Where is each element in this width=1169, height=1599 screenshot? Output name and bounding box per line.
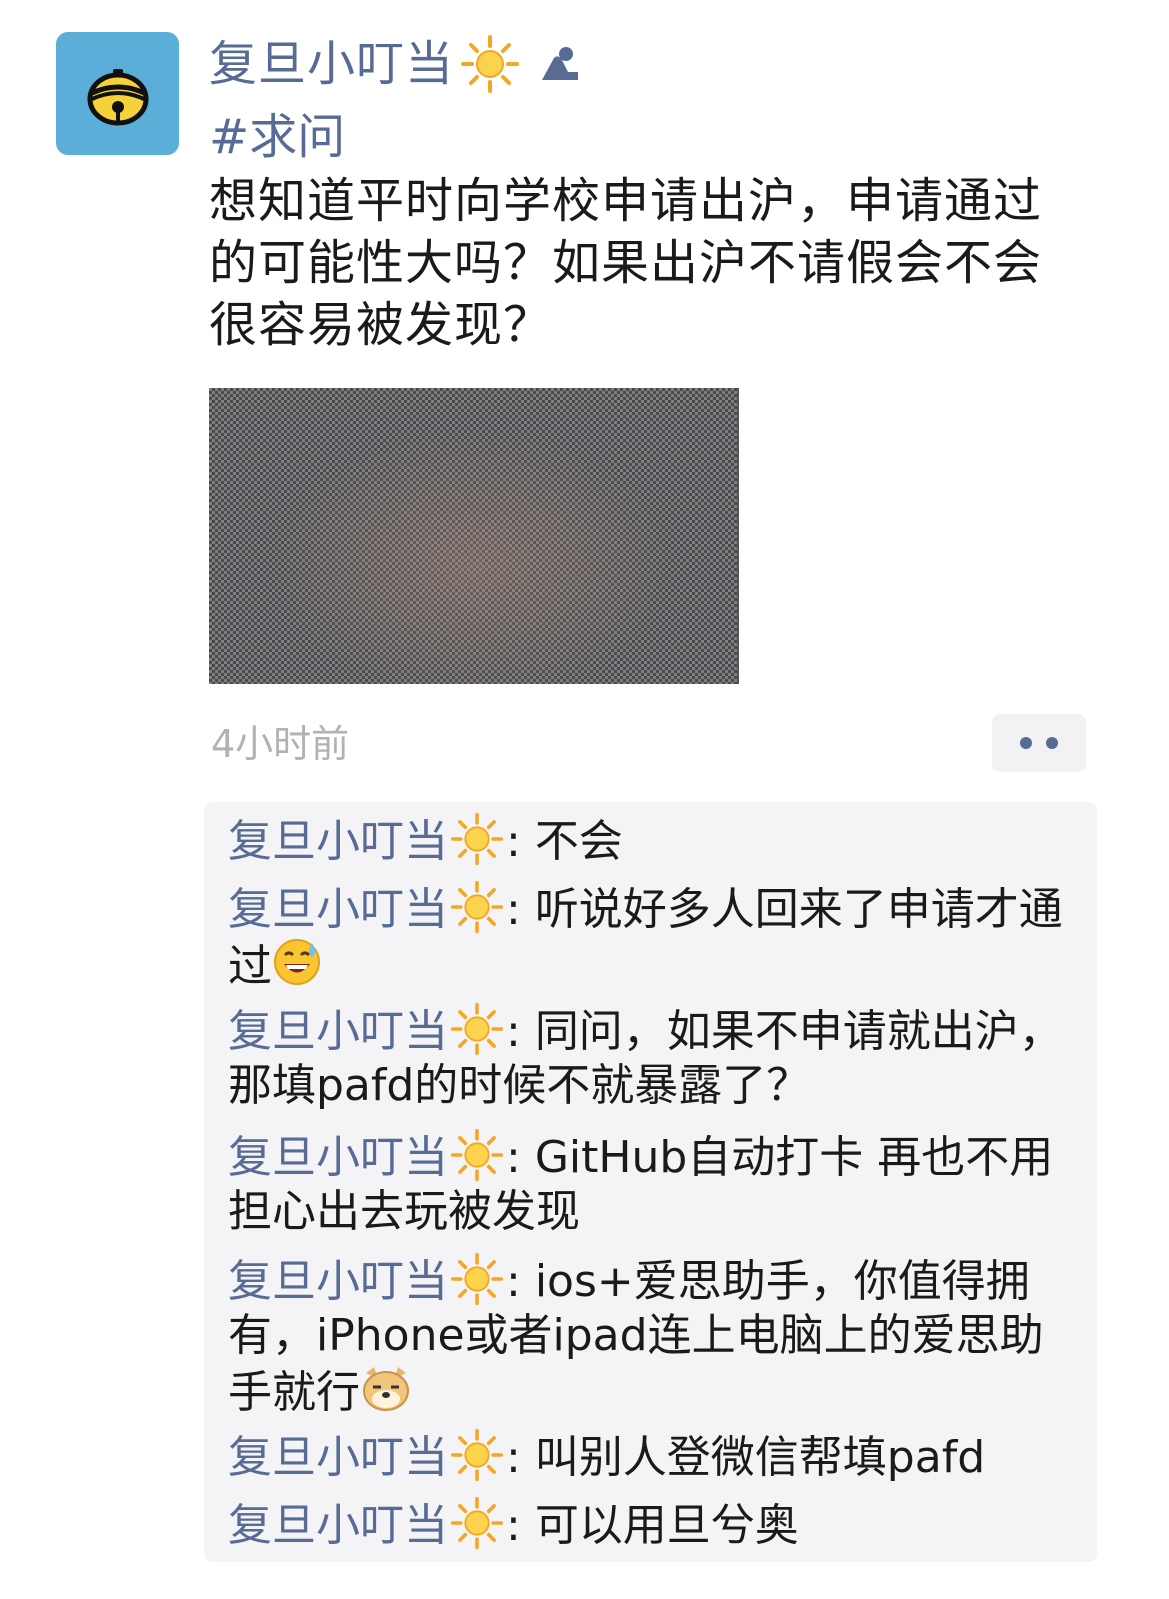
sun-icon [450,1252,504,1306]
dot-icon [1020,737,1032,749]
comment-author[interactable]: 复旦小叮当 [228,1500,448,1551]
comment-item[interactable]: 复旦小叮当: ios+爱思助手，你值得拥有，iPhone或者ipad连上电脑上的… [228,1252,1084,1420]
comment-separator: : [506,1006,535,1057]
comment-text: 可以用旦兮奥 [534,1500,799,1551]
more-options-button[interactable] [992,714,1086,772]
comment-item[interactable]: 复旦小叮当: GitHub自动打卡 再也不用担心出去玩被发现 [228,1128,1084,1239]
doge-emoji-icon [363,1367,409,1411]
post-tag[interactable]: #求问 [209,104,1089,170]
comment-author[interactable]: 复旦小叮当 [228,1006,448,1057]
sun-icon [450,1002,504,1056]
post: 复旦小叮当 #求问 想知道平时向学校申请出沪，申请通过的可能性大吗？如果出沪不请… [209,28,1089,356]
comment-author[interactable]: 复旦小叮当 [228,1256,448,1307]
comment-separator: : [506,816,535,867]
comment-separator: : [506,1500,535,1551]
post-image[interactable] [209,388,739,684]
post-text: 想知道平时向学校申请出沪，申请通过的可能性大吗？如果出沪不请假会不会很容易被发现… [209,173,1043,353]
comment-text: 不会 [534,816,623,867]
comment-item[interactable]: 复旦小叮当: 同问，如果不申请就出沪，那填pafd的时候不就暴露了？ [228,1002,1084,1113]
sun-icon [450,812,504,866]
sweat-smile-emoji-icon [274,939,320,985]
sun-icon [450,1128,504,1182]
avatar[interactable] [56,32,179,155]
comment-separator: : [506,884,535,935]
comment-separator: : [506,1432,535,1483]
comment-separator: : [506,1256,535,1307]
comment-text: 叫别人登微信帮填pafd [534,1432,986,1483]
sun-icon [450,1428,504,1482]
comment-item[interactable]: 复旦小叮当: 叫别人登微信帮填pafd [228,1428,1084,1485]
comment-separator: : [506,1132,535,1183]
user-ribbon-icon [542,47,579,80]
comment-author[interactable]: 复旦小叮当 [228,884,448,935]
sun-icon [450,880,504,934]
comment-author[interactable]: 复旦小叮当 [228,816,448,867]
bell-icon [87,68,148,125]
comment-item[interactable]: 复旦小叮当: 听说好多人回来了申请才通过 [228,880,1084,994]
dot-icon [1046,737,1058,749]
comment-item[interactable]: 复旦小叮当: 不会 [228,812,1084,869]
comment-item[interactable]: 复旦小叮当: 可以用旦兮奥 [228,1496,1084,1553]
comment-list: 复旦小叮当: 不会 复旦小叮当: 听说好多人回来了申请才通过 复旦小叮当: 同问… [204,802,1097,1562]
sun-icon [450,1496,504,1550]
post-header: 复旦小叮当 [209,28,1089,100]
post-author-name[interactable]: 复旦小叮当 [209,28,454,100]
comment-author[interactable]: 复旦小叮当 [228,1432,448,1483]
post-time: 4小时前 [211,722,350,766]
comment-author[interactable]: 复旦小叮当 [228,1132,448,1183]
sun-icon [461,35,520,93]
